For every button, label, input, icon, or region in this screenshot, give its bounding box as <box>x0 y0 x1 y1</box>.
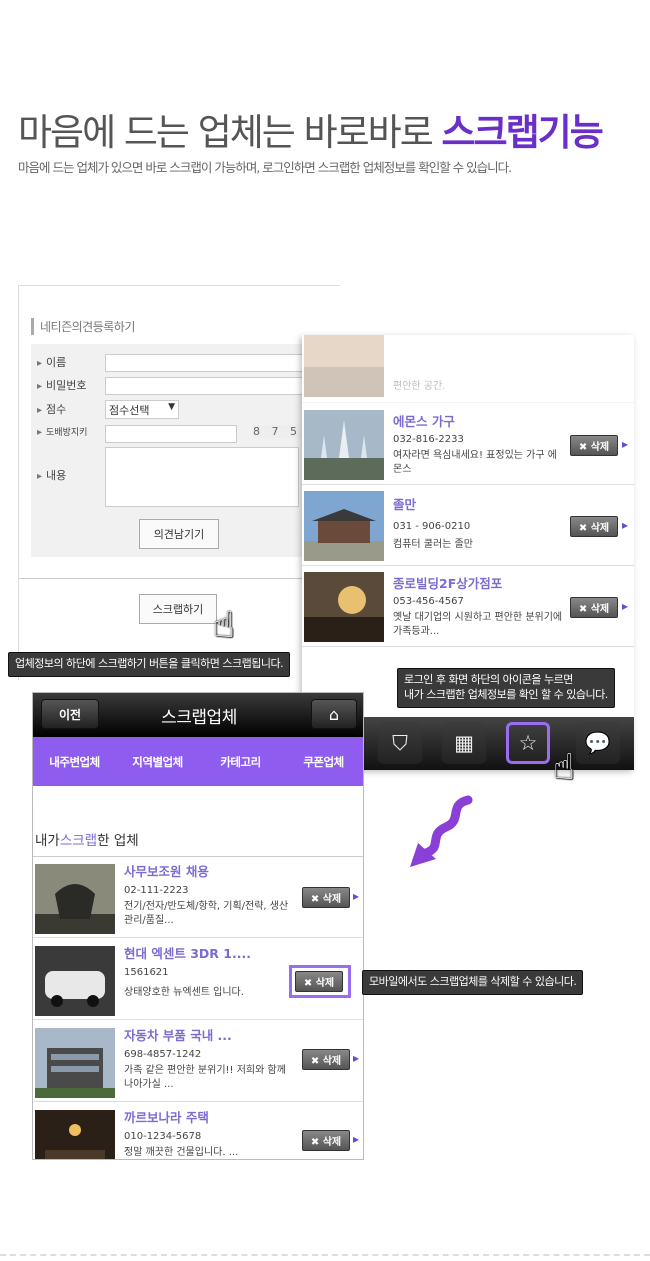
delete-button[interactable]: ✖ 삭제 <box>570 597 618 618</box>
tab-category[interactable]: 카테고리 <box>199 737 282 786</box>
item-title[interactable]: 자동차 부품 국내 ... <box>124 1025 232 1044</box>
item-description: 가족 같은 편안한 분위기!! 저희와 함께 나아가실 ... <box>124 1065 286 1090</box>
item-title[interactable]: 종로빌딩2F상가점포 <box>393 573 502 592</box>
scrap-tooltip: 업체정보의 하단에 스크랩하기 버튼을 클릭하면 스크랩됩니다. <box>8 652 291 677</box>
hand-cursor-icon: ☝ <box>213 605 235 646</box>
home-icon[interactable]: ⌂ <box>311 699 357 729</box>
chevron-right-icon[interactable]: ▸ <box>622 518 628 532</box>
chevron-right-icon[interactable]: ▸ <box>353 1132 359 1146</box>
mobile-scrap-screen: 이전 스크랩업체 ⌂ 내주변업체 지역별업체 카테고리 쿠폰업체 내가스크랩한 … <box>32 692 364 1160</box>
item-description: 편안한 공간. <box>393 381 446 392</box>
list-item[interactable]: 졸만 031 - 906-0210 컴퓨터 쿨러는 졸만 ✖ 삭제 ▸ <box>302 486 634 566</box>
spam-key-field[interactable] <box>105 425 237 443</box>
chevron-down-icon: ▼ <box>168 402 175 412</box>
thumbnail-image <box>304 572 384 642</box>
section-title: 내가스크랩한 업체 <box>35 829 139 849</box>
name-field[interactable] <box>105 354 331 372</box>
delete-button[interactable]: ✖ 삭제 <box>302 1130 350 1151</box>
thumbnail-image <box>35 946 115 1016</box>
page-subtitle: 마음에 드는 업체가 있으면 바로 스크랩이 가능하며, 로그인하면 스크랩한 … <box>18 160 512 175</box>
list-item[interactable]: 사무보조원 채용 02-111-2223 전기/전자/반도체/항학, 기획/전략… <box>33 856 363 938</box>
delete-button[interactable]: ✖ 삭제 <box>302 887 350 908</box>
thumbnail-image <box>35 1110 115 1159</box>
item-description: 옛날 대기업의 시원하고 편안한 분위기에 가족등과... <box>393 612 563 637</box>
item-phone: 02-111-2223 <box>124 885 189 896</box>
item-title[interactable]: 현대 엑센트 3DR 1.... <box>124 943 251 962</box>
password-label: 비밀번호 <box>37 377 86 393</box>
chat-icon[interactable]: 💬 <box>576 722 620 764</box>
tab-region[interactable]: 지역별업체 <box>116 737 199 786</box>
chevron-right-icon[interactable]: ▸ <box>622 437 628 451</box>
comment-form: 이름 비밀번호 점수 점수선택▼ 도배방지키 8 7 5 2 내용 의견남기기 <box>31 344 331 557</box>
thumbnail-image <box>35 864 115 934</box>
submit-comment-button[interactable]: 의견남기기 <box>139 519 219 549</box>
list-item[interactable]: 까르보나라 주택 010-1234-5678 정말 깨끗한 건물입니다. ...… <box>33 1102 363 1159</box>
chevron-right-icon[interactable]: ▸ <box>622 599 628 613</box>
item-phone: 698-4857-1242 <box>124 1049 202 1060</box>
delete-button[interactable]: ✖ 삭제 <box>302 1049 350 1070</box>
thumbnail-image <box>304 335 384 397</box>
item-phone: 010-1234-5678 <box>124 1131 202 1142</box>
list-item[interactable]: 에몬스 가구 032-816-2233 여자라면 욕심내세요! 표정있는 가구 … <box>302 405 634 485</box>
divider <box>19 578 341 579</box>
list-item[interactable]: 현대 엑센트 3DR 1.... 1561621 상태양호한 뉴엑센트 입니다.… <box>33 938 363 1020</box>
item-description: 정말 깨끗한 건물입니다. ... <box>124 1147 239 1158</box>
comment-form-panel: 네티즌의견등록하기 이름 비밀번호 점수 점수선택▼ 도배방지키 8 7 5 2… <box>18 285 341 680</box>
item-title[interactable]: 에몬스 가구 <box>393 411 455 430</box>
building-icon[interactable]: ▦ <box>442 722 486 764</box>
content-label: 내용 <box>37 467 66 483</box>
highlight-box <box>289 965 351 998</box>
origami-icon[interactable]: ⛉ <box>378 722 422 764</box>
item-phone: 031 - 906-0210 <box>393 521 471 532</box>
item-phone: 032-816-2233 <box>393 434 464 445</box>
list-item[interactable]: 자동차 부품 국내 ... 698-4857-1242 가족 같은 편안한 분위… <box>33 1020 363 1102</box>
mobile-header: 이전 스크랩업체 ⌂ <box>33 693 363 737</box>
login-tooltip-line2: 내가 스크랩한 업체정보를 확인 할 수 있습니다. <box>404 687 608 701</box>
password-field[interactable] <box>105 377 331 395</box>
form-heading: 네티즌의견등록하기 <box>31 318 135 335</box>
bottom-tab-bar: ⛉ ▦ ☆ 💬 <box>364 717 634 770</box>
divider <box>0 1254 650 1256</box>
title-prefix: 마음에 드는 업체는 바로바로 <box>18 111 442 154</box>
spam-key-label: 도배방지키 <box>37 425 87 438</box>
list-item[interactable]: 종로빌딩2F상가점포 053-456-4567 옛날 대기업의 시원하고 편안한… <box>302 567 634 647</box>
thumbnail-image <box>304 491 384 561</box>
list-item[interactable]: 편안한 공간. <box>302 335 634 403</box>
item-title[interactable]: 까르보나라 주택 <box>124 1107 209 1126</box>
scrap-button[interactable]: 스크랩하기 <box>139 594 217 624</box>
chevron-right-icon[interactable]: ▸ <box>353 889 359 903</box>
squiggle-arrow-icon <box>410 795 473 867</box>
item-description: 전기/전자/반도체/항학, 기획/전략, 생산관리/품질... <box>124 901 289 926</box>
hand-cursor-icon: ☝ <box>553 747 575 788</box>
item-description: 컴퓨터 쿨러는 졸만 <box>393 539 473 550</box>
tab-coupon[interactable]: 쿠폰업체 <box>282 737 363 786</box>
title-highlight: 스크랩기능 <box>441 111 604 154</box>
thumbnail-image <box>35 1028 115 1098</box>
name-label: 이름 <box>37 354 66 370</box>
page-title: 마음에 드는 업체는 바로바로 스크랩기능 <box>18 102 604 156</box>
item-title[interactable]: 졸만 <box>393 494 416 513</box>
section-suffix: 한 업체 <box>97 833 139 849</box>
item-phone: 053-456-4567 <box>393 596 464 607</box>
item-phone: 1561621 <box>124 967 169 978</box>
score-select[interactable]: 점수선택 ▼ <box>105 400 179 419</box>
score-label: 점수 <box>37 401 66 417</box>
section-prefix: 내가 <box>35 833 60 849</box>
delete-tooltip: 모바일에서도 스크랩업체를 삭제할 수 있습니다. <box>362 970 584 995</box>
item-title[interactable]: 사무보조원 채용 <box>124 861 209 880</box>
login-tooltip: 로그인 후 화면 하단의 아이콘을 누르면 내가 스크랩한 업체정보를 확인 할 … <box>397 668 615 708</box>
delete-button[interactable]: ✖ 삭제 <box>570 516 618 537</box>
item-description: 여자라면 욕심내세요! 표정있는 가구 에몬스 <box>393 450 557 475</box>
content-textarea[interactable] <box>105 447 299 507</box>
tab-nearby[interactable]: 내주변업체 <box>33 737 116 786</box>
item-description: 상태양호한 뉴엑센트 입니다. <box>124 987 244 998</box>
delete-button[interactable]: ✖ 삭제 <box>570 435 618 456</box>
score-select-value: 점수선택 <box>109 404 150 417</box>
thumbnail-image <box>304 410 384 480</box>
chevron-right-icon[interactable]: ▸ <box>353 1051 359 1065</box>
login-tooltip-line1: 로그인 후 화면 하단의 아이콘을 누르면 <box>404 673 573 686</box>
star-icon[interactable]: ☆ <box>506 722 550 764</box>
section-highlight: 스크랩 <box>59 833 98 849</box>
category-tabs: 내주변업체 지역별업체 카테고리 쿠폰업체 <box>33 737 363 786</box>
